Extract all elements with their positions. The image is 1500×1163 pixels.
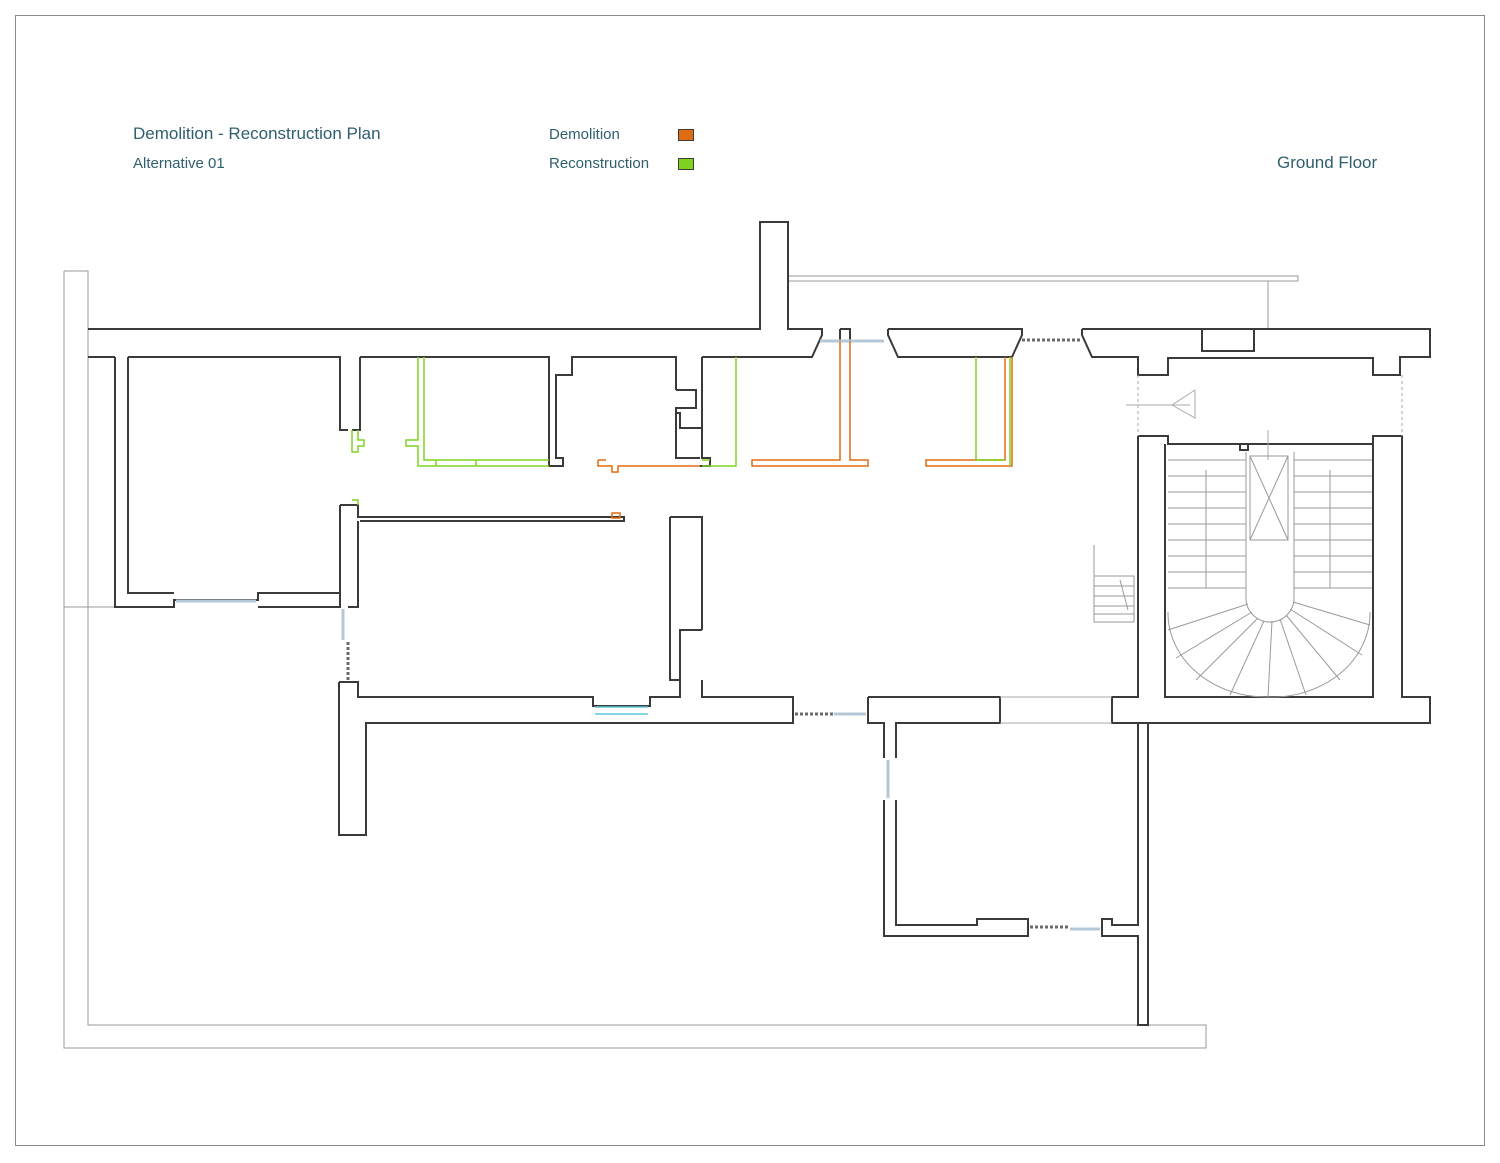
walls: [88, 221, 1431, 1026]
floor-plan: [63, 221, 1431, 1049]
staircase: [1093, 452, 1372, 698]
reconstruction-walls: [351, 357, 1011, 505]
demolition-walls: [597, 341, 1013, 519]
thin-lines: [1000, 375, 1403, 724]
window-lines-cyan: [595, 706, 648, 715]
windows: [176, 339, 1100, 931]
dashed-openings: [346, 338, 1082, 929]
